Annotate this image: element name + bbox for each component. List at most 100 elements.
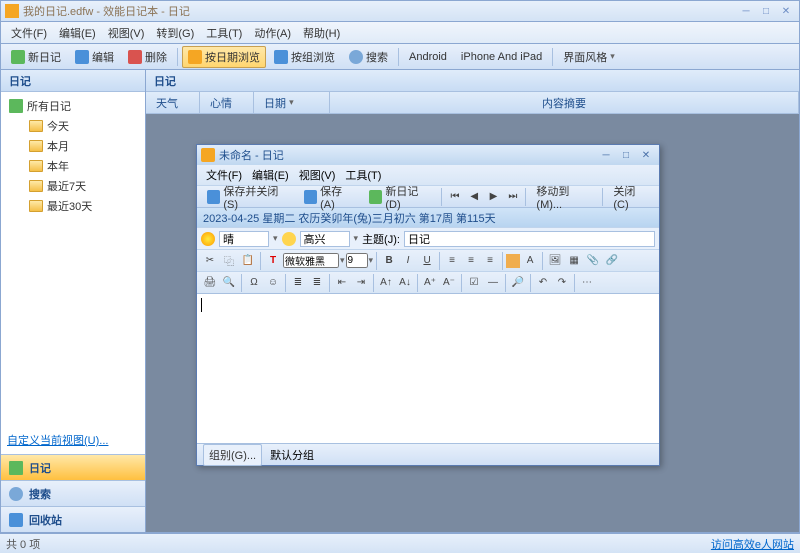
menu-edit[interactable]: 编辑(E) — [53, 23, 102, 43]
ui-style-button[interactable]: 界面风格 ▾ — [557, 46, 621, 68]
col-weather[interactable]: 天气 — [146, 92, 200, 113]
hr-button[interactable]: — — [484, 274, 502, 292]
nav-prev-button[interactable]: ◀ — [466, 188, 483, 206]
print-button[interactable]: 🖨 — [201, 274, 219, 292]
link-button[interactable]: 🔗 — [603, 252, 621, 270]
bullet-list-button[interactable]: ≣ — [289, 274, 307, 292]
folder-icon — [29, 160, 43, 172]
font-size-select[interactable] — [346, 253, 368, 268]
tree-last-30-days[interactable]: 最近30天 — [5, 196, 141, 216]
text-color-button[interactable]: A — [521, 252, 539, 270]
menu-file[interactable]: 文件(F) — [5, 23, 53, 43]
increase-font-button[interactable]: A⁺ — [421, 274, 439, 292]
search-icon — [349, 50, 363, 64]
nav-recycle[interactable]: 回收站 — [1, 506, 145, 532]
nav-diary[interactable]: 日记 — [1, 454, 145, 480]
superscript-button[interactable]: A↑ — [377, 274, 395, 292]
browse-by-date-button[interactable]: 按日期浏览 — [182, 46, 266, 68]
tree-this-year[interactable]: 本年 — [5, 156, 141, 176]
decrease-font-button[interactable]: A⁻ — [440, 274, 458, 292]
tree-this-month[interactable]: 本月 — [5, 136, 141, 156]
preview-button[interactable]: 🔍 — [220, 274, 238, 292]
content-header-wrap: 日记 天气 心情 日期 ▾ 内容摘要 — [146, 70, 799, 114]
search-button[interactable]: 搜索 — [343, 46, 394, 68]
font-color-button[interactable]: T — [264, 252, 282, 270]
close-button[interactable]: ✕ — [777, 4, 795, 18]
font-name-select[interactable] — [283, 253, 339, 268]
symbol-button[interactable]: Ω — [245, 274, 263, 292]
group-row: 组别(G)... 默认分组 — [197, 443, 659, 465]
align-left-button[interactable]: ≡ — [443, 252, 461, 270]
minimize-button[interactable]: ─ — [737, 4, 755, 18]
window-title: 我的日记.edfw - 效能日记本 - 日记 — [23, 3, 190, 19]
col-summary[interactable]: 内容摘要 — [330, 92, 799, 113]
more-button[interactable]: ⋯ — [578, 274, 596, 292]
weather-input[interactable] — [219, 231, 269, 247]
mood-input[interactable] — [300, 231, 350, 247]
tree-today[interactable]: 今天 — [5, 116, 141, 136]
main-menubar: 文件(F) 编辑(E) 视图(V) 转到(G) 工具(T) 动作(A) 帮助(H… — [0, 22, 800, 44]
window-controls: ─ □ ✕ — [737, 4, 795, 18]
iphone-button[interactable]: iPhone And iPad — [455, 48, 548, 66]
save-button[interactable]: 保存(A) — [298, 180, 361, 214]
folder-icon — [29, 180, 43, 192]
move-to-button[interactable]: 移动到(M)... — [530, 180, 598, 214]
copy-button[interactable]: ⿻ — [220, 252, 238, 270]
topic-input[interactable] — [404, 231, 655, 247]
tree-last-7-days[interactable]: 最近7天 — [5, 176, 141, 196]
col-date[interactable]: 日期 ▾ — [254, 92, 330, 113]
website-link[interactable]: 访问高效e人网站 — [711, 536, 794, 552]
bold-button[interactable]: B — [380, 252, 398, 270]
new-diary-button-sub[interactable]: 新日记(D) — [363, 180, 437, 214]
undo-button[interactable]: ↶ — [534, 274, 552, 292]
nav-first-button[interactable]: ⏮ — [446, 188, 463, 206]
checkbox-button[interactable]: ☑ — [465, 274, 483, 292]
align-right-button[interactable]: ≡ — [481, 252, 499, 270]
custom-view-area: 自定义当前视图(U)... — [1, 426, 145, 454]
content-area: 日记 天气 心情 日期 ▾ 内容摘要 未命名 - 日记 ─ □ ✕ — [146, 70, 799, 532]
calendar-icon — [188, 50, 202, 64]
highlight-button[interactable] — [506, 254, 520, 268]
tree-all-diaries[interactable]: 所有日记 — [5, 96, 141, 116]
android-button[interactable]: Android — [403, 48, 453, 66]
maximize-button[interactable]: □ — [757, 4, 775, 18]
editor-textarea[interactable] — [197, 293, 659, 443]
align-center-button[interactable]: ≡ — [462, 252, 480, 270]
delete-button[interactable]: 删除 — [122, 46, 173, 68]
redo-button[interactable]: ↷ — [553, 274, 571, 292]
menu-tools[interactable]: 工具(T) — [200, 23, 248, 43]
editor-maximize-button[interactable]: □ — [617, 148, 635, 162]
edit-button[interactable]: 编辑 — [69, 46, 120, 68]
customize-view-link[interactable]: 自定义当前视图(U)... — [7, 435, 108, 447]
underline-button[interactable]: U — [418, 252, 436, 270]
nav-next-button[interactable]: ▶ — [485, 188, 502, 206]
menu-goto[interactable]: 转到(G) — [150, 23, 200, 43]
subscript-button[interactable]: A↓ — [396, 274, 414, 292]
insert-table-button[interactable]: ▦ — [565, 252, 583, 270]
insert-image-button[interactable]: 🖼 — [546, 252, 564, 270]
attach-button[interactable]: 📎 — [584, 252, 602, 270]
menu-view[interactable]: 视图(V) — [102, 23, 151, 43]
group-button[interactable]: 组别(G)... — [203, 444, 262, 466]
menu-action[interactable]: 动作(A) — [248, 23, 297, 43]
nav-buttons: 日记 搜索 回收站 — [1, 454, 145, 532]
new-diary-button[interactable]: 新日记 — [5, 46, 67, 68]
nav-last-button[interactable]: ⏭ — [504, 188, 521, 206]
cut-button[interactable]: ✂ — [201, 252, 219, 270]
emoji-button[interactable]: ☺ — [264, 274, 282, 292]
col-mood[interactable]: 心情 — [200, 92, 254, 113]
menu-help[interactable]: 帮助(H) — [297, 23, 346, 43]
save-close-button[interactable]: 保存并关闭(S) — [201, 180, 296, 214]
find-button[interactable]: 🔎 — [509, 274, 527, 292]
paste-button[interactable]: 📋 — [239, 252, 257, 270]
italic-button[interactable]: I — [399, 252, 417, 270]
item-count: 共 0 项 — [6, 536, 40, 552]
editor-minimize-button[interactable]: ─ — [597, 148, 615, 162]
outdent-button[interactable]: ⇤ — [333, 274, 351, 292]
browse-by-group-button[interactable]: 按组浏览 — [268, 46, 341, 68]
number-list-button[interactable]: ≣ — [308, 274, 326, 292]
editor-close-button[interactable]: ✕ — [637, 148, 655, 162]
nav-search[interactable]: 搜索 — [1, 480, 145, 506]
indent-button[interactable]: ⇥ — [352, 274, 370, 292]
close-button-sub[interactable]: 关闭(C) — [607, 180, 655, 214]
